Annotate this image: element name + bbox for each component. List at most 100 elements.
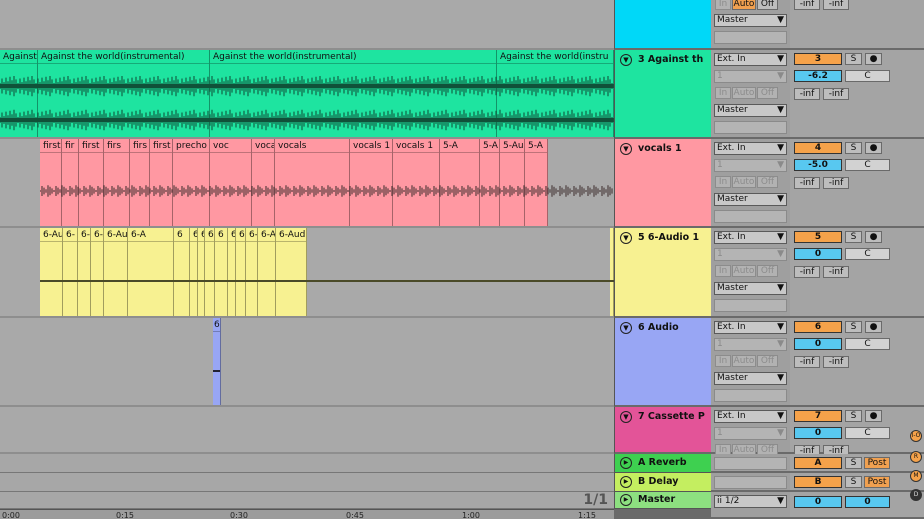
arm-button[interactable]: ●	[865, 321, 882, 333]
output-channel-select[interactable]	[714, 210, 787, 223]
solo-button[interactable]: S	[845, 142, 862, 154]
arm-button[interactable]: ●	[865, 410, 882, 422]
track-lane-7[interactable]	[0, 407, 614, 454]
input-type-select[interactable]: Ext. In ▼	[714, 231, 787, 244]
post-button[interactable]: Post	[864, 457, 890, 469]
arm-button[interactable]: ●	[865, 142, 882, 154]
audio-clip[interactable]: 6-A	[198, 228, 205, 316]
track-lane-4[interactable]: first vers fir first firs firs first ve precho…	[0, 139, 614, 228]
fold-icon[interactable]: ▼	[620, 411, 632, 423]
return-activator[interactable]: B	[794, 476, 842, 488]
return-header-a[interactable]: ▶ A Reverb	[614, 454, 711, 473]
input-channel-select[interactable]: 1 ▼	[714, 248, 787, 261]
audio-clip[interactable]: 6	[190, 228, 198, 316]
track-header[interactable]: ▼ vocals 1	[614, 139, 711, 228]
input-channel-select[interactable]: 1 ▼	[714, 159, 787, 172]
solo-button[interactable]: S	[845, 321, 862, 333]
pan-field[interactable]: C	[845, 248, 890, 260]
audio-clip[interactable]: 6-Audio	[236, 228, 246, 316]
play-icon[interactable]: ▶	[620, 457, 632, 469]
track-activator[interactable]: 6	[794, 321, 842, 333]
monitor-in-button[interactable]: In	[715, 176, 731, 188]
volume-field[interactable]: 0	[794, 338, 842, 350]
return-output-select[interactable]	[714, 476, 787, 489]
input-channel-select[interactable]: 1 ▼	[714, 338, 787, 351]
audio-clip[interactable]: 6-Audio 1	[258, 228, 276, 316]
master-lane[interactable]: 1/1	[0, 492, 614, 509]
volume-field[interactable]: -6.2	[794, 70, 842, 82]
monitor-off-button[interactable]: Off	[757, 355, 778, 367]
input-type-select[interactable]: Ext. In ▼	[714, 53, 787, 66]
audio-clip[interactable]: 6-Au	[91, 228, 104, 316]
fold-icon[interactable]: ▼	[620, 54, 632, 66]
pan-field[interactable]: C	[845, 338, 890, 350]
output-select[interactable]: Master ▼	[714, 14, 787, 27]
return-lane-a[interactable]	[0, 454, 614, 473]
monitor-in-button[interactable]: In	[715, 87, 731, 99]
audio-clip[interactable]: 6	[215, 228, 228, 316]
arm-button[interactable]: ●	[865, 231, 882, 243]
monitor-auto-button[interactable]: Auto	[732, 265, 756, 277]
track-activator[interactable]: 7	[794, 410, 842, 422]
io-toggle-button[interactable]: I-O	[910, 430, 922, 442]
monitor-off-button[interactable]: Off	[757, 265, 778, 277]
audio-clip[interactable]: 6-Aud	[228, 228, 236, 316]
audio-clip[interactable]: 6-Audio 1	[276, 228, 307, 316]
pan-field[interactable]: C	[845, 70, 890, 82]
fold-icon[interactable]: ▼	[620, 232, 632, 244]
return-header-b[interactable]: ▶ B Delay	[614, 473, 711, 492]
output-select[interactable]: Master ▼	[714, 372, 787, 385]
track-header[interactable]: ▼ 6 Audio	[614, 318, 711, 407]
solo-button[interactable]: S	[845, 231, 862, 243]
output-select[interactable]: Master ▼	[714, 193, 787, 206]
output-channel-select[interactable]	[714, 299, 787, 312]
monitor-in-button[interactable]: In	[715, 265, 731, 277]
track-lane-3[interactable]: Against Against the world(instrumental) …	[0, 50, 614, 139]
monitor-off-button[interactable]: Off	[757, 176, 778, 188]
audio-clip[interactable]: 6-	[63, 228, 78, 316]
output-select[interactable]: Master ▼	[714, 282, 787, 295]
return-activator[interactable]: A	[794, 457, 842, 469]
input-type-select[interactable]: Ext. In ▼	[714, 142, 787, 155]
monitor-in-button[interactable]: In	[715, 0, 731, 10]
time-ruler[interactable]: 0:00 0:15 0:30 0:45 1:00 1:15	[0, 509, 614, 519]
track-lane-5[interactable]: 6-Au6-6-6-Au6-Audio6-A666-A666-Aud6-Audi…	[0, 228, 614, 318]
return-lane-b[interactable]	[0, 473, 614, 492]
input-type-select[interactable]: Ext. In ▼	[714, 321, 787, 334]
arm-button[interactable]: ●	[865, 53, 882, 65]
monitor-in-button[interactable]: In	[715, 355, 731, 367]
fold-icon[interactable]: ▼	[620, 322, 632, 334]
track-lane-6[interactable]: 6	[0, 318, 614, 407]
monitor-auto-button[interactable]: Auto	[732, 0, 756, 10]
track-header-top[interactable]	[614, 0, 711, 50]
audio-clip[interactable]: 6-Au	[40, 228, 63, 316]
output-channel-select[interactable]	[714, 31, 787, 44]
track-activator[interactable]: 3	[794, 53, 842, 65]
pan-field[interactable]: C	[845, 427, 890, 439]
volume-field[interactable]: 0	[794, 427, 842, 439]
monitor-auto-button[interactable]: Auto	[732, 176, 756, 188]
fold-icon[interactable]: ▼	[620, 143, 632, 155]
master-pan[interactable]: 0	[845, 496, 890, 508]
audio-clip[interactable]: 6-Audio	[104, 228, 128, 316]
mixer-toggle-button[interactable]: M	[910, 470, 922, 482]
returns-toggle-button[interactable]: R	[910, 451, 922, 463]
monitor-off-button[interactable]: Off	[757, 0, 778, 10]
arrangement-area[interactable]: Against Against the world(instrumental) …	[0, 0, 614, 519]
return-output-select[interactable]	[714, 457, 787, 470]
output-select[interactable]: Master ▼	[714, 104, 787, 117]
track-header[interactable]: ▼ 7 Cassette P	[614, 407, 711, 454]
output-channel-select[interactable]	[714, 389, 787, 402]
input-channel-select[interactable]: 1 ▼	[714, 427, 787, 440]
master-output-select[interactable]: ii 1/2 ▼	[714, 495, 787, 508]
audio-clip[interactable]: 6	[213, 318, 221, 405]
audio-clip[interactable]: 6-	[78, 228, 91, 316]
output-channel-select[interactable]	[714, 121, 787, 134]
solo-button[interactable]: S	[845, 457, 862, 469]
input-channel-select[interactable]: 1 ▼	[714, 70, 787, 83]
audio-clip[interactable]: 6	[174, 228, 190, 316]
volume-field[interactable]: -5.0	[794, 159, 842, 171]
track-lane-top[interactable]	[0, 0, 614, 50]
audio-clip[interactable]: 6-A	[128, 228, 174, 316]
monitor-auto-button[interactable]: Auto	[732, 87, 756, 99]
